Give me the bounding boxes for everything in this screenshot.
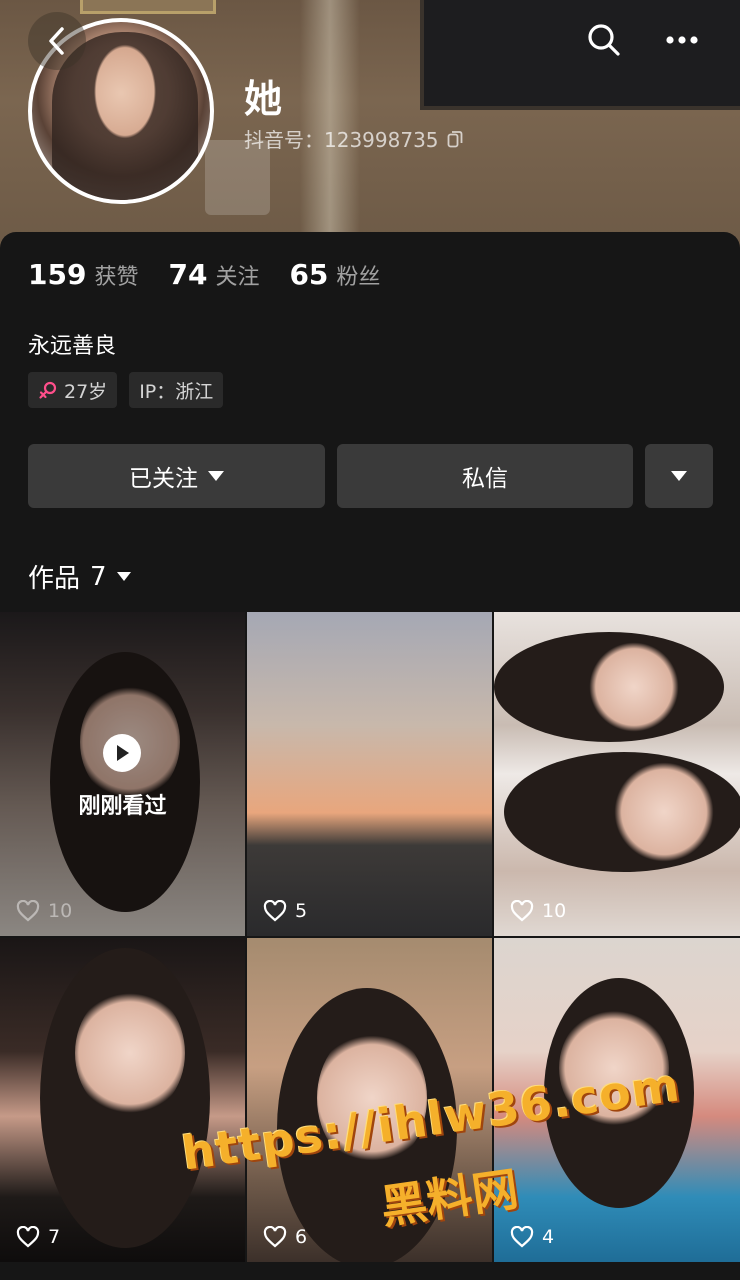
triangle-down-icon (671, 471, 687, 481)
more-actions-button[interactable] (645, 444, 713, 508)
back-button[interactable] (28, 12, 86, 70)
stats-row: 159 获赞 74 关注 65 粉丝 (28, 258, 380, 291)
heart-icon (16, 900, 40, 922)
works-count: 7 (90, 561, 107, 592)
video-likes: 6 (263, 1226, 307, 1248)
watched-overlay (0, 612, 245, 936)
stat-likes[interactable]: 159 获赞 (28, 258, 138, 291)
video-likes-count: 7 (48, 1226, 61, 1248)
video-likes: 10 (16, 900, 72, 922)
profile-tags: 27岁 IP：浙江 (28, 372, 224, 408)
video-likes-count: 6 (295, 1226, 308, 1248)
thumbnail-face (614, 762, 714, 862)
stat-likes-value: 159 (28, 258, 87, 291)
triangle-down-icon (208, 471, 224, 481)
heart-icon (510, 1226, 534, 1248)
background-picture-frame (80, 0, 216, 14)
video-likes-count: 4 (542, 1226, 555, 1248)
action-buttons: 已关注 私信 (28, 444, 713, 508)
douyin-id[interactable]: 抖音号：123998735 (244, 124, 463, 153)
stat-likes-label: 获赞 (94, 265, 139, 290)
copy-icon[interactable] (447, 130, 463, 148)
thumbnail-face (75, 988, 185, 1118)
heart-icon (263, 900, 287, 922)
play-button[interactable] (103, 734, 141, 772)
ip-tag: IP：浙江 (129, 372, 224, 408)
video-likes-count: 10 (542, 900, 567, 922)
works-label: 作品 (28, 564, 81, 594)
follow-button[interactable]: 已关注 (28, 444, 325, 508)
watched-label: 刚刚看过 (78, 794, 167, 819)
play-icon (117, 745, 129, 761)
ip-text: IP：浙江 (139, 380, 214, 403)
stat-following[interactable]: 74 关注 (168, 258, 259, 291)
video-thumbnail[interactable]: 5 (247, 612, 492, 936)
douyin-id-text: 抖音号：123998735 (244, 128, 439, 152)
follow-button-label: 已关注 (129, 466, 198, 492)
video-likes-count: 10 (48, 900, 73, 922)
video-likes: 7 (16, 1226, 60, 1248)
stat-following-label: 关注 (215, 265, 260, 290)
bio-text: 永远善良 (28, 334, 117, 359)
age-tag: 27岁 (28, 372, 118, 408)
profile-name: 她 (244, 77, 283, 121)
heart-icon (16, 1226, 40, 1248)
video-thumbnail[interactable]: 刚刚看过 10 (0, 612, 245, 936)
video-likes: 4 (510, 1226, 554, 1248)
triangle-down-icon (116, 572, 131, 581)
more-icon (666, 36, 698, 44)
stat-followers-label: 粉丝 (336, 265, 381, 290)
video-thumbnail[interactable]: 7 (0, 938, 245, 1262)
back-icon (49, 27, 64, 55)
thumbnail-face (589, 642, 679, 732)
message-button-label: 私信 (462, 466, 508, 492)
search-button[interactable] (578, 14, 630, 66)
stat-followers-value: 65 (289, 258, 329, 291)
message-button[interactable]: 私信 (337, 444, 633, 508)
stat-following-value: 74 (168, 258, 208, 291)
video-likes-count: 5 (295, 900, 308, 922)
heart-icon (510, 900, 534, 922)
video-thumbnail[interactable]: 10 (494, 612, 740, 936)
search-icon (588, 24, 620, 56)
heart-icon (263, 1226, 287, 1248)
video-likes: 5 (263, 900, 307, 922)
stat-followers[interactable]: 65 粉丝 (289, 258, 380, 291)
age-text: 27岁 (64, 380, 108, 403)
works-tab[interactable]: 作品 7 (28, 558, 131, 595)
video-grid: 刚刚看过 10 5 10 7 6 4 (0, 612, 740, 1262)
video-likes: 10 (510, 900, 566, 922)
more-button[interactable] (656, 14, 708, 66)
female-icon (39, 381, 57, 399)
